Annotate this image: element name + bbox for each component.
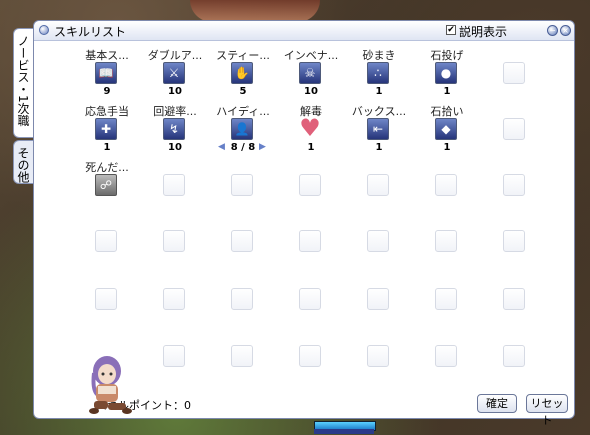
chibi-character <box>89 356 132 414</box>
backslide-icon[interactable]: ⇤ <box>367 118 389 140</box>
empty-skill-slot <box>95 288 117 310</box>
tab-novice-first-class[interactable]: ノービス・1次職 <box>13 28 33 138</box>
skill-name: 石投げ <box>430 49 464 62</box>
skill-level: 1 <box>375 142 383 153</box>
tab-other[interactable]: その他 <box>13 140 33 184</box>
book-icon[interactable]: 📖 <box>95 62 117 84</box>
background-character <box>190 0 320 22</box>
empty-skill-slot <box>367 345 389 367</box>
empty-skill-slot <box>503 174 525 196</box>
empty-skill-slot <box>435 288 457 310</box>
skill-cell[interactable]: 基本ス... 📖 9 <box>72 47 142 107</box>
skill-cell[interactable]: 石投げ ● 1 <box>412 47 482 107</box>
empty-skill-slot <box>299 174 321 196</box>
stone-throw-icon[interactable]: ● <box>435 62 457 84</box>
skill-level: 1 <box>375 86 383 97</box>
empty-skill-slot <box>503 62 525 84</box>
empty-skill-slot <box>299 288 321 310</box>
skill-level: 1 <box>443 142 451 153</box>
skill-name: ダブルア... <box>147 49 203 62</box>
skill-level: 10 <box>168 142 182 153</box>
empty-skill-slot <box>299 345 321 367</box>
skill-cell[interactable]: 石拾い ◆ 1 <box>412 103 482 163</box>
play-dead-icon[interactable]: ☍ <box>95 174 117 196</box>
skill-level: 5 <box>239 86 247 97</box>
empty-skill-slot <box>299 230 321 252</box>
window-icon <box>39 25 49 35</box>
empty-skill-slot <box>163 288 185 310</box>
skill-name: 回避率... <box>153 105 197 118</box>
skill-cell[interactable]: スティー... ✋ 5 <box>208 47 278 107</box>
level-increase-arrow-icon[interactable]: ▶ <box>259 142 266 152</box>
empty-skill-slot <box>503 118 525 140</box>
description-checkbox-label: 説明表示 <box>459 25 508 39</box>
skill-name: ハイディ... <box>216 105 270 118</box>
close-button[interactable]: × <box>560 25 571 36</box>
skill-grid: 基本ス... 📖 9 ダブルア... ⚔ 10 スティー... ✋ 5 インベナ… <box>72 47 552 367</box>
skill-level: 1 <box>307 142 315 153</box>
empty-skill-slot <box>231 230 253 252</box>
envenom-icon[interactable]: ☠ <box>299 62 321 84</box>
pick-stone-icon[interactable]: ◆ <box>435 118 457 140</box>
empty-skill-slot <box>367 174 389 196</box>
minimize-button[interactable]: − <box>547 25 558 36</box>
empty-skill-slot <box>503 230 525 252</box>
skill-level: 8 / 8 <box>230 142 256 153</box>
tab-label: ノービス・1次職 <box>16 35 30 127</box>
skill-name: 応急手当 <box>85 105 129 118</box>
empty-skill-slot <box>367 288 389 310</box>
skill-name: 石拾い <box>430 105 464 118</box>
flee-icon[interactable]: ↯ <box>163 118 185 140</box>
skill-level: 9 <box>103 86 111 97</box>
skill-cell[interactable]: 回避率... ↯ 10 <box>140 103 210 163</box>
skill-name: スティー... <box>216 49 270 62</box>
empty-skill-slot <box>435 174 457 196</box>
skill-name: 基本ス... <box>85 49 129 62</box>
sand-icon[interactable]: ∴ <box>367 62 389 84</box>
reset-button[interactable]: リセット <box>526 394 568 427</box>
skill-cell[interactable]: ハイディ... 👤 ◀ 8 / 8 ▶ <box>208 103 278 163</box>
skill-name: 死んだ... <box>85 161 129 174</box>
window-title: スキルリスト <box>54 25 127 39</box>
tab-label: その他 <box>16 147 30 183</box>
sp-bar <box>314 429 374 434</box>
skill-name: インベナ... <box>283 49 339 62</box>
empty-skill-slot <box>231 288 253 310</box>
empty-skill-slot <box>163 230 185 252</box>
description-checkbox[interactable]: ✔ <box>446 25 456 35</box>
double-attack-icon[interactable]: ⚔ <box>163 62 185 84</box>
empty-skill-slot <box>367 230 389 252</box>
skill-level: 10 <box>304 86 318 97</box>
empty-skill-slot <box>163 174 185 196</box>
skill-level: 1 <box>443 86 451 97</box>
first-aid-icon[interactable]: ✚ <box>95 118 117 140</box>
steal-icon[interactable]: ✋ <box>231 62 253 84</box>
skill-cell[interactable]: 砂まき ∴ 1 <box>344 47 414 107</box>
title-bar[interactable]: スキルリスト ✔ 説明表示 − × <box>34 21 574 41</box>
empty-skill-slot <box>503 345 525 367</box>
skill-level: 10 <box>168 86 182 97</box>
skill-cell[interactable]: 死んだ... ☍ <box>72 159 142 219</box>
confirm-button[interactable]: 確定 <box>477 394 517 413</box>
skill-name: バックス... <box>351 105 407 118</box>
skill-cell[interactable]: インベナ... ☠ 10 <box>276 47 346 107</box>
skill-cell[interactable]: 解毒 ♥ 1 <box>276 103 346 163</box>
hiding-icon[interactable]: 👤 <box>231 118 253 140</box>
empty-skill-slot <box>163 345 185 367</box>
empty-skill-slot <box>435 345 457 367</box>
skill-list-window: スキルリスト ✔ 説明表示 − × 基本ス... 📖 9 ダブルア... ⚔ 1… <box>33 20 575 427</box>
detox-heart-icon[interactable]: ♥ <box>299 116 321 140</box>
skill-cell[interactable]: ダブルア... ⚔ 10 <box>140 47 210 107</box>
empty-skill-slot <box>231 174 253 196</box>
skill-level: 1 <box>103 142 111 153</box>
skill-name: 砂まき <box>362 49 396 62</box>
empty-skill-slot <box>231 345 253 367</box>
empty-skill-slot <box>435 230 457 252</box>
skill-cell[interactable]: バックス... ⇤ 1 <box>344 103 414 163</box>
empty-skill-slot <box>95 230 117 252</box>
skill-cell[interactable]: 応急手当 ✚ 1 <box>72 103 142 163</box>
empty-skill-slot <box>503 288 525 310</box>
